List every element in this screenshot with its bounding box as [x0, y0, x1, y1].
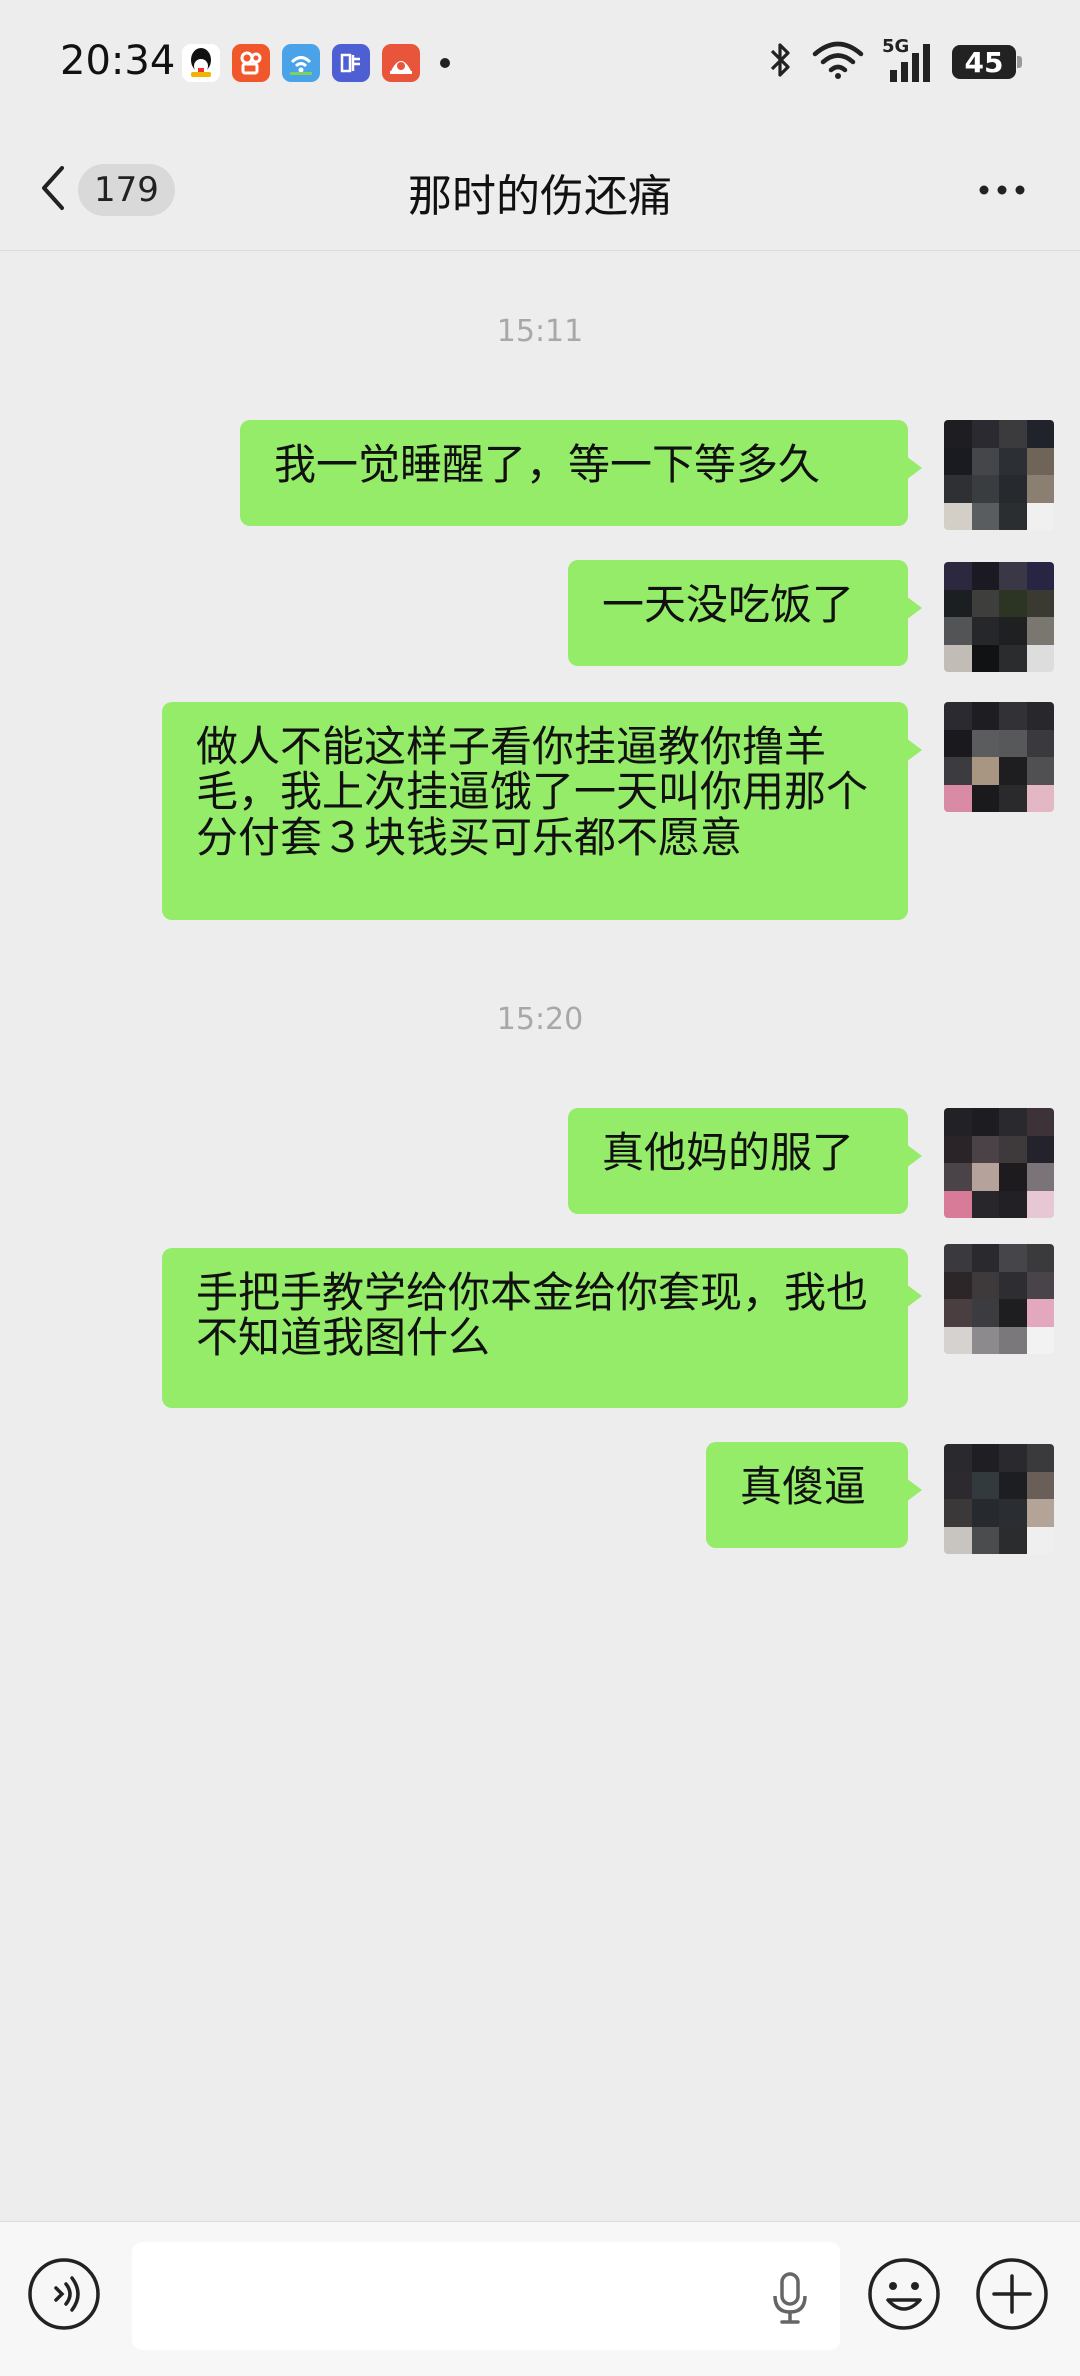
system-icons: 5G 45 — [768, 36, 1022, 84]
message-bubble[interactable]: 真他妈的服了 — [568, 1108, 922, 1214]
microphone-icon[interactable] — [770, 2270, 810, 2326]
voice-input-button[interactable] — [26, 2256, 102, 2332]
wifi-icon — [812, 40, 864, 84]
avatar[interactable] — [944, 1108, 1054, 1218]
wifi-app-icon — [282, 44, 320, 82]
chat-title: 那时的伤还痛 — [408, 171, 672, 222]
more-dots-icon — [972, 185, 1032, 218]
message-timestamp: 15:20 — [496, 1002, 584, 1037]
message-bubble[interactable]: 我一觉睡醒了，等一下等多久 — [240, 420, 922, 526]
cellular-signal-icon: 5G — [882, 36, 934, 84]
avatar[interactable] — [944, 562, 1054, 672]
notification-icons — [182, 44, 450, 82]
add-attachment-button[interactable] — [974, 2256, 1050, 2332]
status-bar: 20:34 5G 45 — [0, 0, 1080, 130]
game-app-icon — [382, 44, 420, 82]
message-bubble[interactable]: 一天没吃饭了 — [568, 560, 922, 666]
avatar[interactable] — [944, 420, 1054, 530]
plus-icon — [974, 2258, 1050, 2336]
message-timestamp: 15:11 — [496, 314, 584, 349]
qq-icon — [182, 44, 220, 82]
avatar[interactable] — [944, 1244, 1054, 1354]
tieba-icon — [332, 44, 370, 82]
message-bubble[interactable]: 手把手教学给你本金给你套现，我也不知道我图什么 — [162, 1248, 922, 1408]
kuaishou-icon — [232, 44, 270, 82]
emoji-button[interactable] — [866, 2256, 942, 2332]
bluetooth-icon — [768, 40, 794, 84]
avatar[interactable] — [944, 702, 1054, 812]
smiley-icon — [866, 2258, 942, 2336]
more-notifications-dot — [440, 58, 450, 68]
chat-header: 179 那时的伤还痛 — [0, 130, 1080, 251]
battery-indicator: 45 — [952, 45, 1022, 79]
status-time: 20:34 — [60, 38, 176, 84]
chat-input-bar — [0, 2221, 1080, 2376]
message-bubble[interactable]: 做人不能这样子看你挂逼教你撸羊毛，我上次挂逼饿了一天叫你用那个分付套３块钱买可乐… — [162, 702, 922, 920]
message-input[interactable] — [132, 2242, 840, 2350]
avatar[interactable] — [944, 1444, 1054, 1554]
message-bubble[interactable]: 真傻逼 — [706, 1442, 922, 1548]
more-options-button[interactable] — [972, 166, 1032, 214]
voice-icon — [26, 2258, 102, 2336]
